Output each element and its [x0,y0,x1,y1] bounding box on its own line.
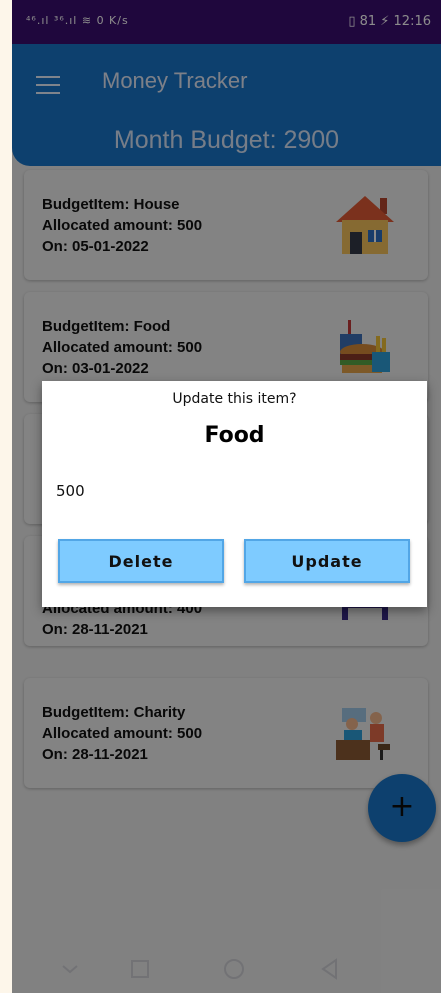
update-item-dialog: Update this item? Food Delete Update [42,381,427,607]
delete-button[interactable]: Delete [58,539,224,583]
app-screen: ⁴⁶.ıl ³⁶.ıl ≋ 0 K/s ▯ 81 ⚡ 12:16 Money T… [12,0,441,993]
dialog-title: Food [204,423,265,448]
update-button[interactable]: Update [244,539,410,583]
amount-input[interactable] [54,481,418,501]
dialog-subtitle: Update this item? [172,391,297,407]
